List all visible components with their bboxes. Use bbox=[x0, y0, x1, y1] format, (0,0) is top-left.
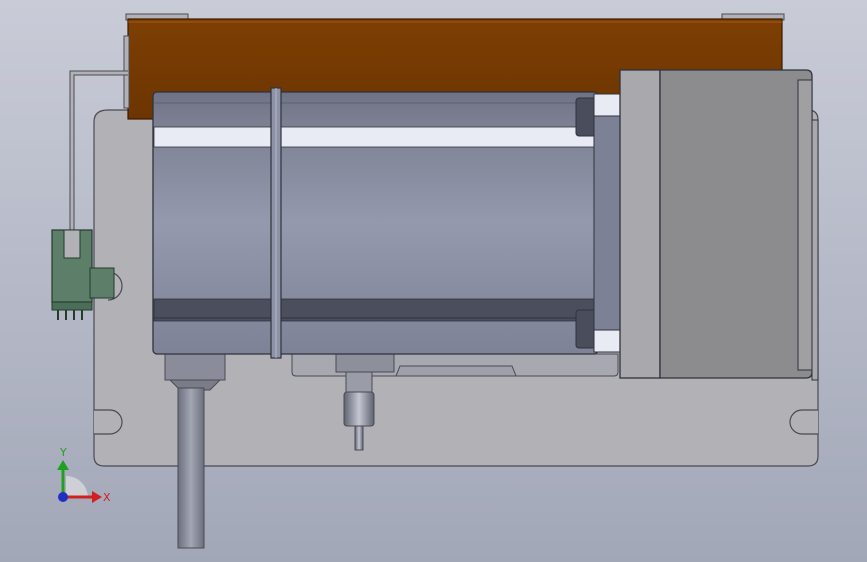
cad-viewport[interactable]: Y X bbox=[0, 0, 867, 562]
mounting-slot-right-lower bbox=[789, 409, 818, 435]
origin-icon bbox=[58, 492, 68, 502]
x-axis-label: X bbox=[103, 491, 111, 504]
motor-flange[interactable] bbox=[593, 69, 661, 379]
stepper-motor[interactable] bbox=[152, 87, 599, 359]
y-axis-label: Y bbox=[59, 446, 67, 459]
mounting-slot-left-lower bbox=[94, 409, 123, 435]
motor-highlight-band bbox=[153, 126, 598, 148]
gearbox-block[interactable] bbox=[659, 69, 819, 381]
